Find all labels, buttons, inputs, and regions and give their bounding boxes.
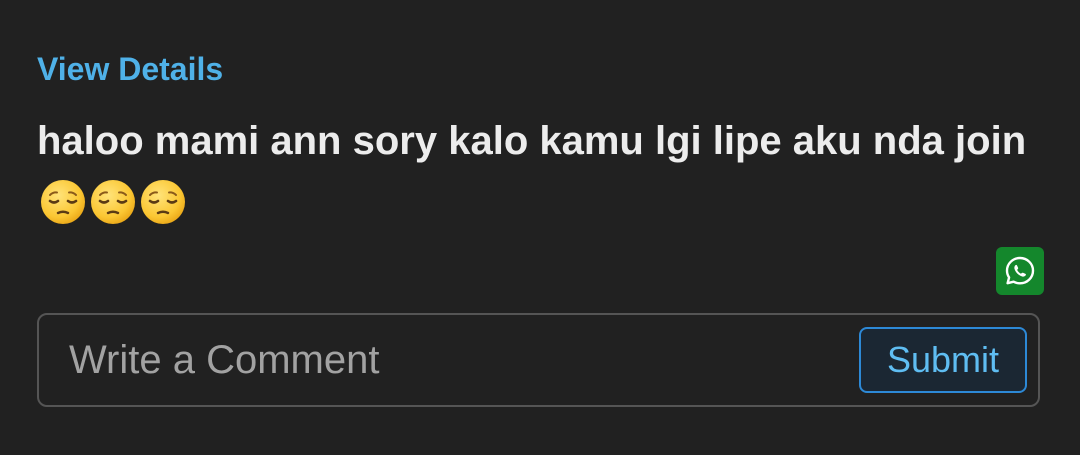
post-message: haloo mami ann sory kalo kamu lgi lipe a…: [37, 110, 1037, 234]
view-details-link[interactable]: View Details: [37, 48, 223, 90]
comment-input[interactable]: [69, 331, 829, 389]
emoji-group: [39, 178, 187, 226]
pensive-face-emoji-icon: [91, 180, 135, 224]
pensive-face-emoji-icon: [41, 180, 85, 224]
comment-card: View Details haloo mami ann sory kalo ka…: [0, 0, 1080, 455]
whatsapp-share-button[interactable]: [996, 247, 1044, 295]
submit-button[interactable]: Submit: [859, 327, 1027, 393]
post-message-text: haloo mami ann sory kalo kamu lgi lipe a…: [37, 119, 1027, 163]
comment-form: Submit: [37, 313, 1040, 407]
pensive-face-emoji-icon: [141, 180, 185, 224]
whatsapp-icon: [1005, 256, 1035, 285]
